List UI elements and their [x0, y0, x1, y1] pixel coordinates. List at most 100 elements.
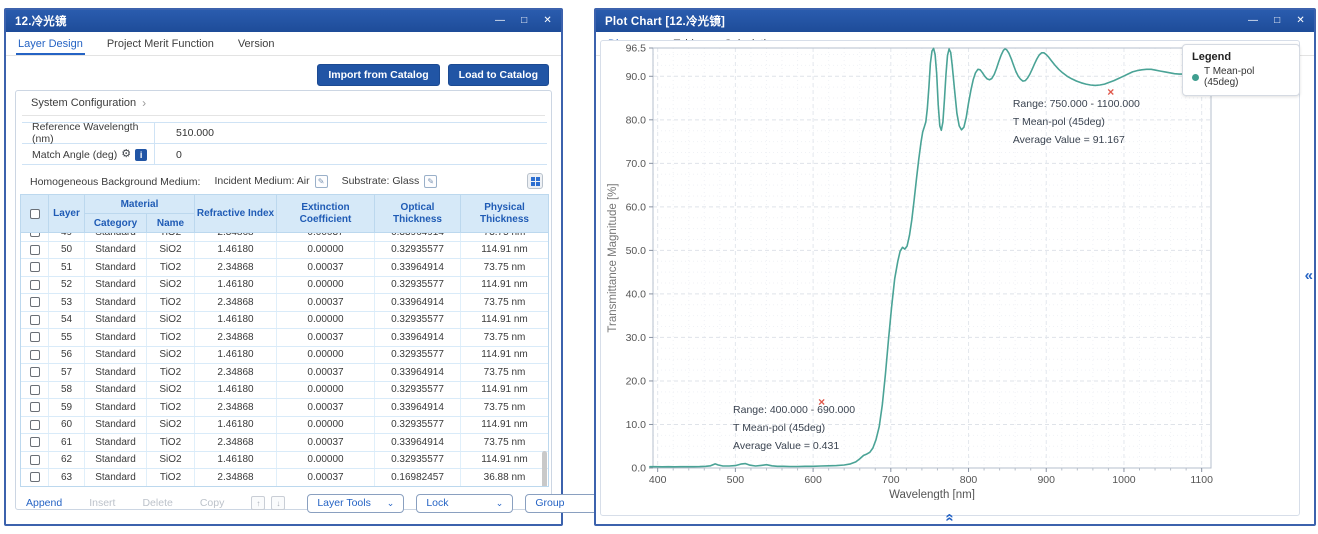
layer-design-window: 12.冷光镜 — □ ✕ Layer Design Project Merit … [4, 8, 563, 526]
table-row: 63StandardTiO22.348680.000370.1698245736… [21, 469, 548, 486]
cell-physical-thickness: 73.75 nm [461, 294, 548, 311]
table-scrollbar-thumb[interactable] [542, 451, 547, 486]
move-up-button[interactable]: ↑ [251, 496, 265, 510]
layer-table-footer: Append Insert Delete Copy ↑ ↓ Layer Tool… [26, 493, 610, 513]
cell-extinction-coefficient: 0.00037 [277, 233, 375, 241]
import-from-catalog-button[interactable]: Import from Catalog [317, 64, 439, 86]
cell-category: Standard [85, 417, 147, 434]
row-checkbox[interactable] [21, 469, 49, 486]
lock-dropdown[interactable]: Lock ⌄ [416, 494, 513, 513]
row-checkbox[interactable] [21, 434, 49, 451]
cell-refractive-index: 1.46180 [195, 242, 277, 259]
collapse-panel-left-icon[interactable]: « [1305, 268, 1313, 283]
cell-optical-thickness: 0.32935577 [375, 347, 461, 364]
cell-optical-thickness: 0.32935577 [375, 452, 461, 469]
cell-category: Standard [85, 312, 147, 329]
table-row: 50StandardSiO21.461800.000000.3293557711… [21, 242, 548, 260]
cell-optical-thickness: 0.32935577 [375, 277, 461, 294]
row-checkbox[interactable] [21, 294, 49, 311]
row-checkbox[interactable] [21, 259, 49, 276]
info-icon[interactable]: i [135, 149, 147, 161]
row-checkbox[interactable] [21, 382, 49, 399]
cell-refractive-index: 2.34868 [195, 469, 277, 486]
cell-extinction-coefficient: 0.00037 [277, 399, 375, 416]
cell-refractive-index: 1.46180 [195, 382, 277, 399]
legend-title: Legend [1192, 51, 1290, 63]
table-row: 62StandardSiO21.461800.000000.3293557711… [21, 452, 548, 470]
maximize-icon[interactable]: □ [521, 16, 527, 26]
tab-project-merit-function[interactable]: Project Merit Function [107, 32, 214, 55]
desktop: 12.冷光镜 — □ ✕ Layer Design Project Merit … [0, 0, 1318, 534]
reference-wavelength-value[interactable]: 510.000 [154, 127, 214, 139]
cell-physical-thickness: 114.91 nm [461, 452, 548, 469]
cell-refractive-index: 1.46180 [195, 277, 277, 294]
annotation-text: Average Value = 0.431 [733, 440, 839, 452]
layer-tools-dropdown[interactable]: Layer Tools ⌄ [307, 494, 404, 513]
table-row: 61StandardTiO22.348680.000370.3396491473… [21, 434, 548, 452]
cell-refractive-index: 2.34868 [195, 259, 277, 276]
insert-button[interactable]: Insert [89, 497, 115, 509]
append-button[interactable]: Append [26, 497, 62, 509]
cell-optical-thickness: 0.32935577 [375, 242, 461, 259]
edit-incident-icon[interactable]: ✎ [315, 175, 328, 188]
gear-icon[interactable]: ⚙ [121, 149, 131, 160]
y-tick-label: 80.0 [626, 114, 647, 126]
cell-layer: 59 [49, 399, 85, 416]
row-checkbox[interactable] [21, 347, 49, 364]
edit-substrate-icon[interactable]: ✎ [424, 175, 437, 188]
cell-category: Standard [85, 294, 147, 311]
delete-button[interactable]: Delete [142, 497, 172, 509]
cell-extinction-coefficient: 0.00000 [277, 347, 375, 364]
cell-layer: 58 [49, 382, 85, 399]
col-material: Material [85, 195, 194, 214]
table-row: 58StandardSiO21.461800.000000.3293557711… [21, 382, 548, 400]
cell-category: Standard [85, 329, 147, 346]
col-category: Category [85, 214, 147, 232]
close-icon[interactable]: ✕ [543, 16, 552, 26]
x-tick-label: 500 [727, 474, 745, 486]
row-checkbox[interactable] [21, 242, 49, 259]
left-titlebar[interactable]: 12.冷光镜 — □ ✕ [6, 10, 561, 32]
cell-physical-thickness: 73.75 nm [461, 233, 548, 241]
table-row: 57StandardTiO22.348680.000370.3396491473… [21, 364, 548, 382]
table-settings-icon[interactable] [527, 173, 543, 189]
tab-layer-design[interactable]: Layer Design [18, 32, 83, 55]
cell-category: Standard [85, 277, 147, 294]
col-physical-thickness: Physical Thickness [461, 195, 548, 232]
system-configuration-header[interactable]: System Configuration › [22, 91, 545, 116]
load-to-catalog-button[interactable]: Load to Catalog [448, 64, 549, 86]
row-checkbox[interactable] [21, 364, 49, 381]
table-row: 49StandardTiO22.348680.000370.3396491473… [21, 233, 548, 242]
move-down-button[interactable]: ↓ [271, 496, 285, 510]
minimize-icon[interactable]: — [495, 16, 505, 26]
x-tick-label: 600 [804, 474, 822, 486]
cell-optical-thickness: 0.33964914 [375, 233, 461, 241]
cell-layer: 61 [49, 434, 85, 451]
row-checkbox[interactable] [21, 417, 49, 434]
row-checkbox[interactable] [21, 312, 49, 329]
row-checkbox[interactable] [21, 233, 49, 241]
cell-physical-thickness: 114.91 nm [461, 417, 548, 434]
row-checkbox[interactable] [21, 399, 49, 416]
y-tick-label: 96.5 [626, 43, 647, 55]
row-checkbox[interactable] [21, 452, 49, 469]
y-tick-label: 30.0 [626, 332, 647, 344]
select-all-checkbox[interactable] [21, 195, 49, 232]
tab-version[interactable]: Version [238, 32, 275, 55]
checkbox-icon [30, 420, 40, 430]
collapse-panel-up-icon[interactable]: « [943, 513, 958, 521]
col-layer: Layer [49, 195, 85, 232]
layer-design-panel: System Configuration › Reference Wavelen… [15, 90, 552, 510]
copy-button[interactable]: Copy [200, 497, 225, 509]
row-checkbox[interactable] [21, 277, 49, 294]
table-row: 56StandardSiO21.461800.000000.3293557711… [21, 347, 548, 365]
cell-extinction-coefficient: 0.00037 [277, 434, 375, 451]
match-angle-value[interactable]: 0 [154, 149, 182, 161]
checkbox-icon [30, 455, 40, 465]
annotation-text: T Mean-pol (45deg) [733, 422, 825, 434]
cell-name: SiO2 [147, 277, 195, 294]
y-tick-label: 90.0 [626, 71, 647, 83]
reference-wavelength-row: Reference Wavelength (nm) 510.000 [22, 123, 547, 144]
table-row: 52StandardSiO21.461800.000000.3293557711… [21, 277, 548, 295]
row-checkbox[interactable] [21, 329, 49, 346]
